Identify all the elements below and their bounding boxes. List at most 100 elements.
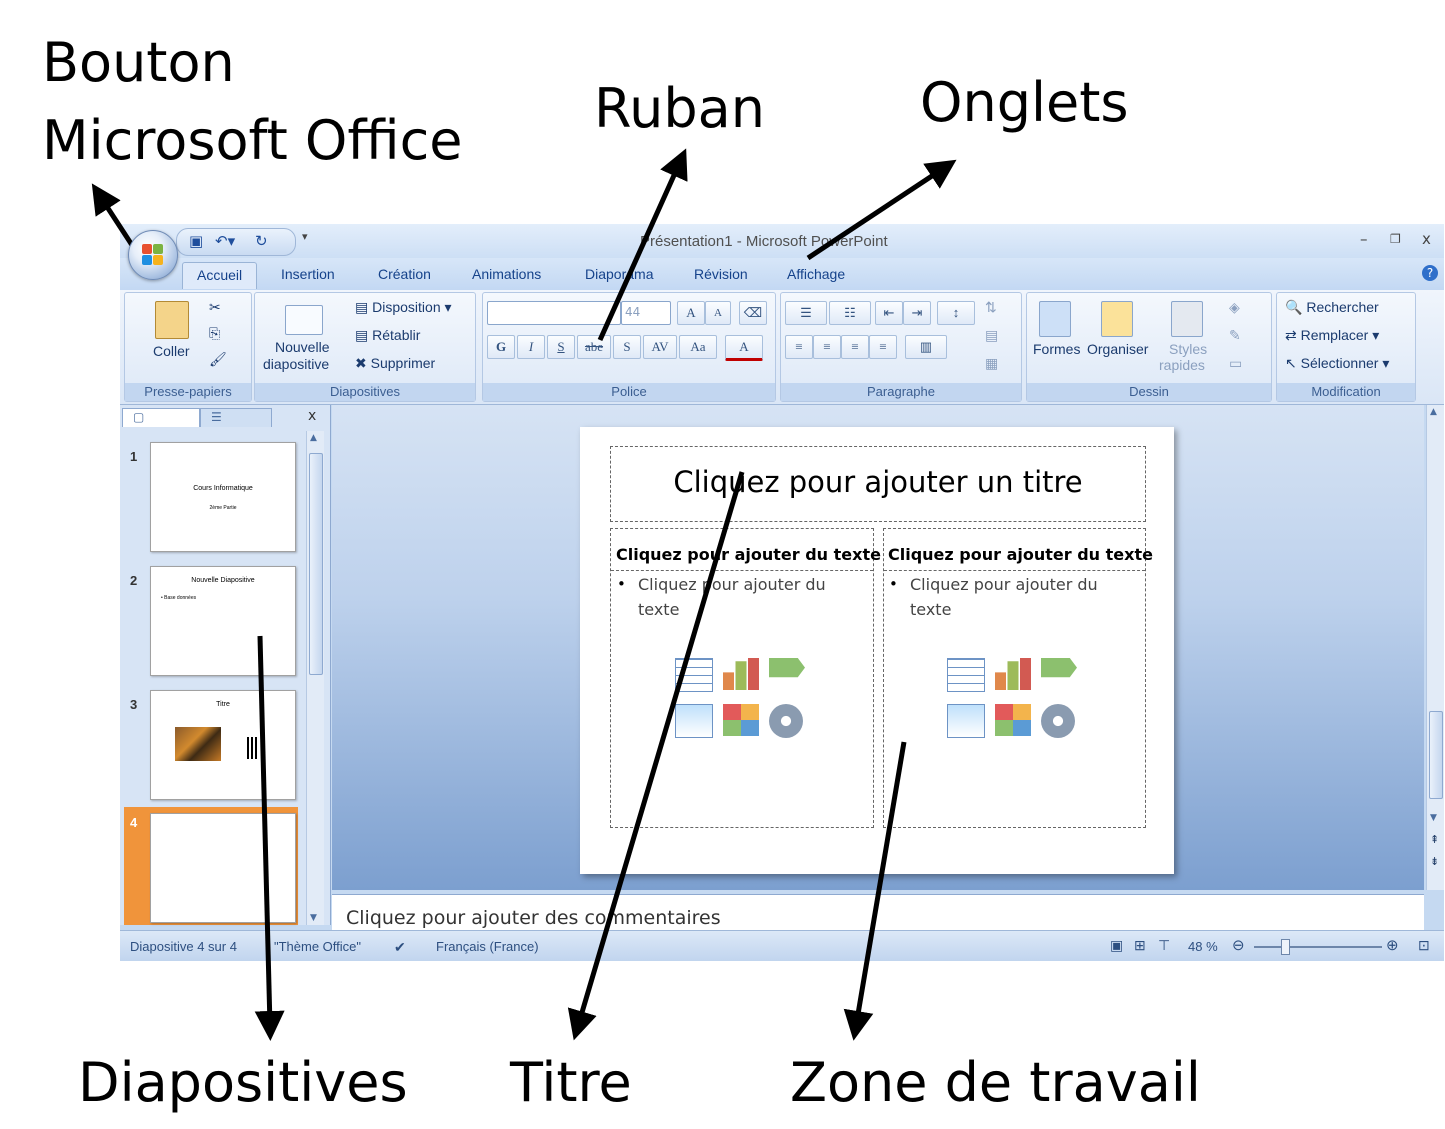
qat-customize-icon[interactable]: ▾ [302, 230, 308, 243]
effects-icon[interactable]: ▭ [1229, 355, 1242, 372]
insert-table-icon[interactable] [675, 658, 713, 692]
slide-thumbnail[interactable]: Cours Informatique 2ème Partie [150, 442, 296, 552]
tab-revision[interactable]: Révision [694, 266, 748, 282]
insert-clipart-icon[interactable] [995, 704, 1031, 736]
layout-button[interactable]: ▤ Disposition ▾ [355, 299, 452, 316]
quick-styles-label-1[interactable]: Styles [1169, 341, 1207, 357]
columns-button[interactable]: ▥ [905, 335, 947, 359]
minimize-button[interactable]: – [1360, 230, 1368, 248]
scroll-thumb[interactable] [1429, 711, 1443, 799]
decrease-indent-button[interactable]: ⇤ [875, 301, 903, 325]
shrink-font-button[interactable]: A [705, 301, 731, 325]
align-left-button[interactable]: ≡ [785, 335, 813, 359]
shapes-button[interactable]: Formes [1033, 341, 1080, 357]
insert-media-icon[interactable] [769, 704, 803, 738]
numbering-button[interactable]: ☷ [829, 301, 871, 325]
restore-button[interactable]: ❐ [1390, 232, 1401, 246]
paste-button[interactable]: Coller [153, 343, 190, 359]
scroll-down-icon[interactable]: ▼ [310, 913, 317, 923]
tab-affichage[interactable]: Affichage [787, 266, 845, 282]
underline-button[interactable]: S [547, 335, 575, 359]
increase-indent-button[interactable]: ⇥ [903, 301, 931, 325]
text-direction-icon[interactable]: ⇅ [985, 299, 997, 316]
tab-animations[interactable]: Animations [472, 266, 541, 282]
status-language[interactable]: Français (France) [436, 939, 539, 954]
quick-styles-label-2[interactable]: rapides [1159, 357, 1205, 373]
help-icon[interactable]: ? [1422, 265, 1438, 281]
delete-slide-button[interactable]: ✖ Supprimer [355, 355, 435, 372]
paste-icon[interactable] [155, 301, 189, 339]
redo-icon[interactable]: ↻ [255, 232, 268, 250]
tab-creation[interactable]: Création [378, 266, 431, 282]
fit-to-window-icon[interactable]: ⊡ [1418, 937, 1430, 954]
format-painter-icon[interactable]: 🖌 [209, 351, 227, 368]
zoom-level[interactable]: 48 % [1188, 939, 1218, 954]
justify-button[interactable]: ≡ [869, 335, 897, 359]
slide-thumb-row-selected[interactable]: 4 [124, 807, 298, 925]
copy-icon[interactable]: ⎘ [209, 325, 220, 342]
slides-scrollbar[interactable]: ▲ ▼ [306, 431, 324, 925]
smartart-icon[interactable]: ▦ [985, 355, 998, 372]
insert-media-icon[interactable] [1041, 704, 1075, 738]
new-slide-label-1[interactable]: Nouvelle [275, 339, 329, 355]
next-slide-icon[interactable]: ⇟ [1430, 855, 1439, 868]
case-button[interactable]: Aa [679, 335, 717, 359]
align-center-button[interactable]: ≡ [813, 335, 841, 359]
font-color-button[interactable]: A [725, 335, 763, 361]
scroll-up-icon[interactable]: ▲ [1430, 407, 1437, 417]
tab-accueil[interactable]: Accueil [182, 262, 258, 289]
zoom-slider[interactable] [1254, 939, 1382, 955]
cut-icon[interactable]: ✂ [209, 299, 221, 316]
status-theme[interactable]: "Thème Office" [274, 939, 361, 954]
notes-pane[interactable]: Cliquez pour ajouter des commentaires [332, 894, 1424, 931]
insert-picture-icon[interactable] [675, 704, 713, 738]
align-right-button[interactable]: ≡ [841, 335, 869, 359]
previous-slide-icon[interactable]: ⇞ [1430, 833, 1439, 846]
shadow-button[interactable]: S [613, 335, 641, 359]
outline-tab[interactable]: ☰ [200, 408, 272, 427]
workspace-scrollbar[interactable]: ▲ ▼ ⇞ ⇟ [1426, 405, 1444, 890]
new-slide-label-2[interactable]: diapositive [263, 356, 329, 372]
reset-button[interactable]: ▤ Rétablir [355, 327, 420, 344]
tab-insertion[interactable]: Insertion [281, 266, 335, 282]
find-button[interactable]: 🔍 Rechercher [1285, 299, 1379, 316]
select-button[interactable]: ↖ Sélectionner ▾ [1285, 355, 1389, 372]
insert-chart-icon[interactable] [995, 658, 1031, 690]
quick-styles-icon[interactable] [1171, 301, 1203, 337]
office-button[interactable] [128, 230, 178, 280]
normal-view-icon[interactable]: ▣ [1110, 937, 1123, 954]
insert-clipart-icon[interactable] [723, 704, 759, 736]
undo-icon[interactable]: ↶▾ [215, 232, 235, 250]
left-content-placeholder[interactable]: Cliquez pour ajouter du texte • Cliquez … [610, 528, 881, 828]
slide-canvas[interactable]: Cliquez pour ajouter un titre Cliquez po… [580, 427, 1174, 874]
close-button[interactable]: x [1422, 230, 1431, 248]
fill-icon[interactable]: ◈ [1229, 299, 1240, 316]
insert-smartart-icon[interactable] [1041, 658, 1077, 678]
arrange-button[interactable]: Organiser [1087, 341, 1148, 357]
panel-close-icon[interactable]: x [308, 408, 316, 424]
sorter-view-icon[interactable]: ⊞ [1134, 937, 1146, 954]
save-icon[interactable]: ▣ [189, 232, 203, 250]
scroll-down-icon[interactable]: ▼ [1430, 813, 1437, 823]
grow-font-button[interactable]: A [677, 301, 705, 325]
tab-diaporama[interactable]: Diaporama [585, 266, 653, 282]
title-placeholder[interactable]: Cliquez pour ajouter un titre [610, 446, 1146, 522]
spacing-button[interactable]: AV [643, 335, 677, 359]
insert-table-icon[interactable] [947, 658, 985, 692]
insert-chart-icon[interactable] [723, 658, 759, 690]
arrange-icon[interactable] [1101, 301, 1133, 337]
strike-button[interactable]: abe [577, 335, 611, 359]
new-slide-icon[interactable] [285, 305, 323, 335]
insert-smartart-icon[interactable] [769, 658, 805, 678]
zoom-in-icon[interactable]: ⊕ [1386, 936, 1399, 954]
zoom-out-icon[interactable]: ⊖ [1232, 936, 1245, 954]
italic-button[interactable]: I [517, 335, 545, 359]
replace-button[interactable]: ⇄ Remplacer ▾ [1285, 327, 1379, 344]
font-size-input[interactable]: 44 [621, 301, 671, 325]
bold-button[interactable]: G [487, 335, 515, 359]
scroll-thumb[interactable] [309, 453, 323, 675]
scroll-up-icon[interactable]: ▲ [310, 433, 317, 443]
spell-check-icon[interactable]: ✔ [394, 939, 406, 956]
clear-format-button[interactable]: ⌫ [739, 301, 767, 325]
right-content-placeholder[interactable]: Cliquez pour ajouter du texte • Cliquez … [883, 528, 1153, 828]
